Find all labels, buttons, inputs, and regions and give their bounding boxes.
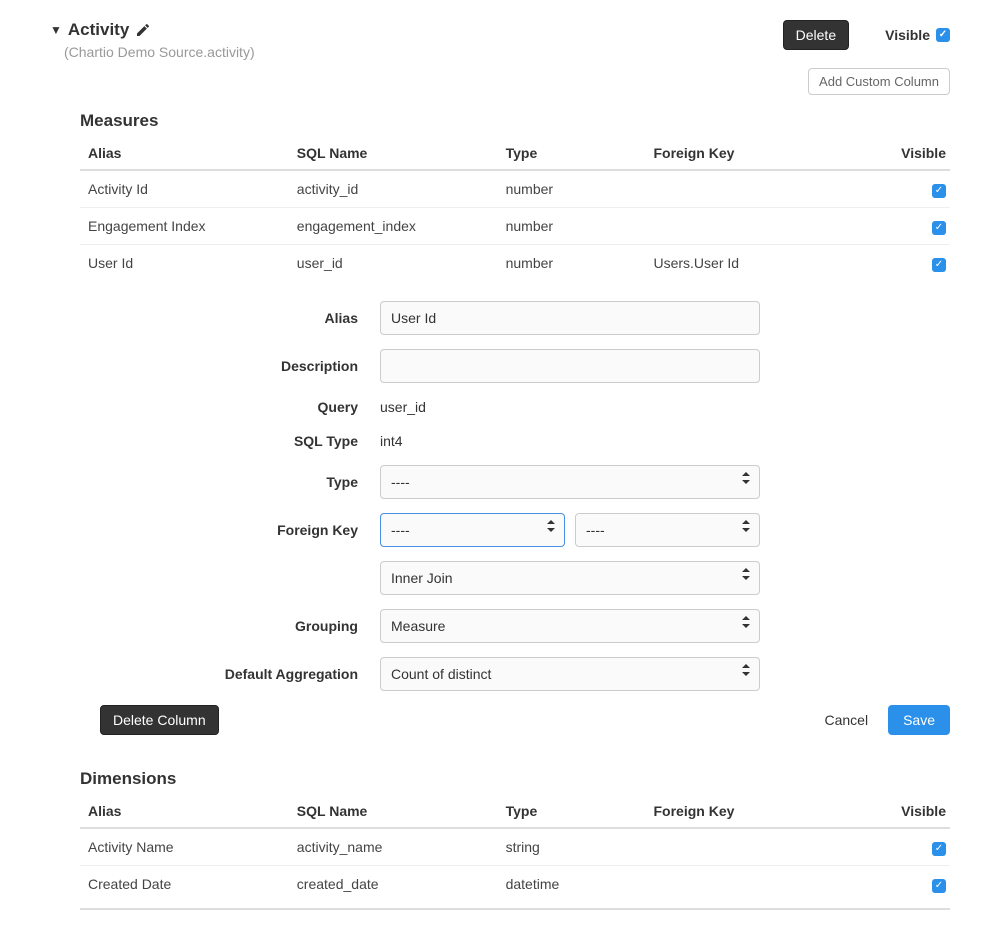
- cell-fk: [645, 828, 863, 866]
- description-input[interactable]: [380, 349, 760, 383]
- cell-type: string: [498, 828, 646, 866]
- label-defaultagg: Default Aggregation: [80, 666, 380, 682]
- label-alias: Alias: [80, 310, 380, 326]
- alias-input[interactable]: [380, 301, 760, 335]
- row-visible-checkbox[interactable]: [932, 221, 946, 235]
- visible-label: Visible: [885, 27, 930, 43]
- header-left: ▼ Activity (Chartio Demo Source.activity…: [50, 20, 255, 60]
- row-visible-checkbox[interactable]: [932, 842, 946, 856]
- grouping-select[interactable]: Measure: [380, 609, 760, 643]
- table-title: Activity: [68, 20, 129, 40]
- foreignkey-column-select[interactable]: ----: [575, 513, 760, 547]
- query-value: user_id: [380, 397, 760, 417]
- table-row[interactable]: Activity Id activity_id number: [80, 170, 950, 208]
- col-header-type: Type: [498, 137, 646, 170]
- col-header-alias: Alias: [80, 795, 289, 828]
- table-row[interactable]: Engagement Index engagement_index number: [80, 208, 950, 245]
- table-subtitle: (Chartio Demo Source.activity): [64, 44, 255, 60]
- col-header-foreignkey: Foreign Key: [645, 795, 863, 828]
- collapse-icon[interactable]: ▼: [50, 23, 62, 37]
- col-header-visible: Visible: [863, 137, 950, 170]
- form-actions: Delete Column Cancel Save: [80, 705, 950, 735]
- measures-section: Measures Alias SQL Name Type Foreign Key…: [50, 111, 950, 910]
- visible-toggle[interactable]: Visible: [885, 27, 950, 43]
- column-detail-form: Alias Description Query user_id SQL Type…: [80, 281, 950, 735]
- col-header-sqlname: SQL Name: [289, 795, 498, 828]
- cell-fk: [645, 208, 863, 245]
- delete-table-button[interactable]: Delete: [783, 20, 849, 50]
- col-header-alias: Alias: [80, 137, 289, 170]
- row-visible-checkbox[interactable]: [932, 184, 946, 198]
- header-right: Delete Visible: [783, 20, 950, 50]
- row-visible-checkbox[interactable]: [932, 258, 946, 272]
- cell-alias: Activity Id: [80, 170, 289, 208]
- defaultagg-select[interactable]: Count of distinct: [380, 657, 760, 691]
- table-row[interactable]: User Id user_id number Users.User Id: [80, 245, 950, 282]
- label-foreignkey: Foreign Key: [80, 522, 380, 538]
- add-column-row: Add Custom Column: [50, 68, 950, 95]
- cell-alias: Engagement Index: [80, 208, 289, 245]
- table-header: ▼ Activity (Chartio Demo Source.activity…: [50, 20, 950, 60]
- table-title-line[interactable]: ▼ Activity: [50, 20, 255, 40]
- dimensions-section: Dimensions Alias SQL Name Type Foreign K…: [80, 769, 950, 910]
- col-header-sqlname: SQL Name: [289, 137, 498, 170]
- visible-checkbox[interactable]: [936, 28, 950, 42]
- pencil-icon[interactable]: [135, 22, 151, 38]
- cell-fk: Users.User Id: [645, 245, 863, 282]
- type-select[interactable]: ----: [380, 465, 760, 499]
- label-query: Query: [80, 399, 380, 415]
- section-divider: [80, 908, 950, 910]
- col-header-type: Type: [498, 795, 646, 828]
- label-grouping: Grouping: [80, 618, 380, 634]
- label-sqltype: SQL Type: [80, 433, 380, 449]
- delete-column-button[interactable]: Delete Column: [100, 705, 219, 735]
- measures-title: Measures: [80, 111, 950, 131]
- cell-type: number: [498, 245, 646, 282]
- save-button[interactable]: Save: [888, 705, 950, 735]
- label-type: Type: [80, 474, 380, 490]
- col-header-foreignkey: Foreign Key: [645, 137, 863, 170]
- label-description: Description: [80, 358, 380, 374]
- cell-sqlname: engagement_index: [289, 208, 498, 245]
- col-header-visible: Visible: [863, 795, 950, 828]
- foreignkey-table-select[interactable]: ----: [380, 513, 565, 547]
- cancel-button[interactable]: Cancel: [818, 711, 874, 729]
- add-custom-column-button[interactable]: Add Custom Column: [808, 68, 950, 95]
- cell-type: number: [498, 170, 646, 208]
- cell-type: number: [498, 208, 646, 245]
- cell-alias: User Id: [80, 245, 289, 282]
- measures-table: Alias SQL Name Type Foreign Key Visible …: [80, 137, 950, 281]
- dimensions-table: Alias SQL Name Type Foreign Key Visible …: [80, 795, 950, 902]
- jointype-select[interactable]: Inner Join: [380, 561, 760, 595]
- table-row[interactable]: Activity Name activity_name string: [80, 828, 950, 866]
- dimensions-title: Dimensions: [80, 769, 950, 789]
- sqltype-value: int4: [380, 431, 760, 451]
- cell-sqlname: user_id: [289, 245, 498, 282]
- cell-fk: [645, 170, 863, 208]
- cell-sqlname: activity_name: [289, 828, 498, 866]
- cell-alias: Activity Name: [80, 828, 289, 866]
- row-visible-checkbox[interactable]: [932, 879, 946, 893]
- cell-sqlname: activity_id: [289, 170, 498, 208]
